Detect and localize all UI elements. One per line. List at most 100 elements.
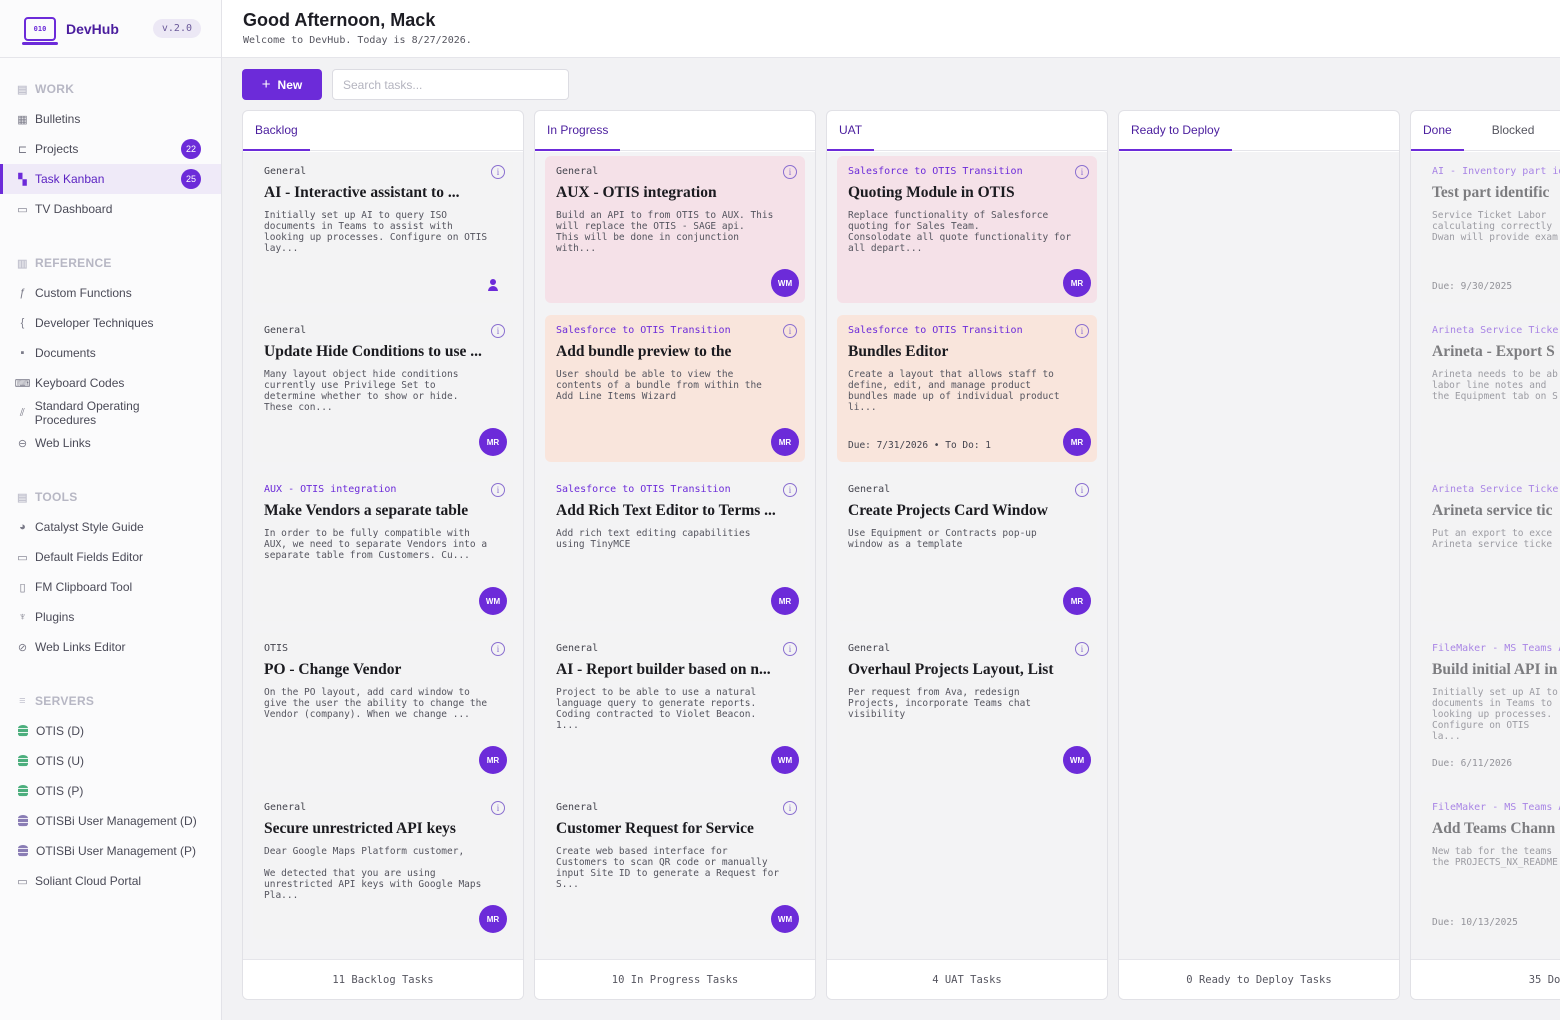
- task-card[interactable]: General Create Projects Card Window Use Eq…: [837, 474, 1097, 621]
- app-name: DevHub: [66, 20, 119, 37]
- sidebar-item-otis-u[interactable]: OTIS (U): [0, 746, 221, 776]
- sidebar-item-default-fields-editor[interactable]: ▭ Default Fields Editor: [0, 542, 221, 572]
- info-icon[interactable]: i: [783, 165, 797, 179]
- info-icon[interactable]: i: [783, 801, 797, 815]
- tab-ready-to-deploy[interactable]: Ready to Deploy: [1119, 111, 1232, 151]
- tab-backlog[interactable]: Backlog: [243, 111, 310, 151]
- task-card[interactable]: General Update Hide Conditions to use ...…: [253, 315, 513, 462]
- tab-uat[interactable]: UAT: [827, 111, 875, 151]
- assignee-avatar[interactable]: MR: [771, 587, 799, 615]
- info-icon[interactable]: i: [1075, 324, 1089, 338]
- sidebar-item-web-links-editor[interactable]: ⊘ Web Links Editor: [0, 632, 221, 662]
- assignee-avatar[interactable]: MR: [479, 746, 507, 774]
- info-icon[interactable]: i: [491, 324, 505, 338]
- info-icon[interactable]: i: [783, 483, 797, 497]
- info-icon[interactable]: i: [491, 801, 505, 815]
- assignee-avatar[interactable]: WM: [771, 269, 799, 297]
- card-category: Salesforce to OTIS Transition: [848, 166, 1023, 177]
- sidebar-item-task-kanban[interactable]: ▚ Task Kanban 25: [0, 164, 221, 194]
- tab-done[interactable]: Done: [1411, 111, 1464, 151]
- assignee-avatar[interactable]: MR: [771, 428, 799, 456]
- task-card[interactable]: AUX - OTIS integration Make Vendors a sep…: [253, 474, 513, 621]
- info-icon[interactable]: i: [783, 324, 797, 338]
- sidebar-item-plugins[interactable]: ♆ Plugins: [0, 602, 221, 632]
- task-card[interactable]: Salesforce to OTIS Transition Quoting Mod…: [837, 156, 1097, 303]
- assignee-avatar[interactable]: MR: [1063, 269, 1091, 297]
- sidebar-item-label: OTISBi User Management (P): [36, 844, 197, 858]
- search-input[interactable]: [332, 69, 569, 100]
- assignee-avatar[interactable]: WM: [479, 587, 507, 615]
- bulletin-icon: ▦: [17, 113, 28, 126]
- task-card[interactable]: Salesforce to OTIS Transition Add bundle …: [545, 315, 805, 462]
- brand[interactable]: 010 DevHub v.2.0: [0, 0, 221, 58]
- info-icon[interactable]: i: [1075, 483, 1089, 497]
- assignee-avatar[interactable]: WM: [771, 746, 799, 774]
- assignee-avatar[interactable]: MR: [1063, 428, 1091, 456]
- sidebar-item-label: TV Dashboard: [35, 202, 113, 216]
- task-card[interactable]: FileMaker - MS Teams A Build initial API …: [1421, 633, 1560, 780]
- info-icon[interactable]: i: [491, 642, 505, 656]
- task-card[interactable]: OTIS PO - Change Vendor On the PO layout, …: [253, 633, 513, 780]
- sidebar-item-label: Web Links Editor: [35, 640, 126, 654]
- task-card[interactable]: Arineta Service Ticke Arineta service tic…: [1421, 474, 1560, 621]
- assignee-avatar[interactable]: WM: [771, 905, 799, 933]
- task-card[interactable]: FileMaker - MS Teams A Add Teams Chann New…: [1421, 792, 1560, 939]
- info-icon[interactable]: i: [783, 642, 797, 656]
- card-category: Arineta Service Ticke: [1432, 325, 1559, 336]
- task-card[interactable]: General AI - Report builder based on n...…: [545, 633, 805, 780]
- card-title: Add Teams Chann: [1432, 820, 1556, 837]
- card-description: User should be able to view the contents…: [556, 369, 762, 402]
- sidebar-item-custom-functions[interactable]: ƒ Custom Functions: [0, 278, 221, 308]
- task-card[interactable]: General AUX - OTIS integration Build an AP…: [545, 156, 805, 303]
- info-icon[interactable]: i: [491, 165, 505, 179]
- assignee-avatar[interactable]: MR: [1063, 587, 1091, 615]
- page-header: Good Afternoon, Mack Welcome to DevHub. …: [222, 0, 1560, 58]
- card-description: Per request from Ava, redesign Projects,…: [848, 687, 1032, 720]
- sidebar-item-standard-operating-procedures[interactable]: ⫽ Standard Operating Procedures: [0, 398, 221, 428]
- assignee-avatar[interactable]: MR: [479, 905, 507, 933]
- sidebar-item-keyboard-codes[interactable]: ⌨ Keyboard Codes: [0, 368, 221, 398]
- task-card[interactable]: General AI - Interactive assistant to ...…: [253, 156, 513, 303]
- welcome-text: Welcome to DevHub. Today is 8/27/2026.: [243, 35, 472, 46]
- task-card[interactable]: Salesforce to OTIS Transition Bundles Edi…: [837, 315, 1097, 462]
- sidebar-item-fm-clipboard-tool[interactable]: ▯ FM Clipboard Tool: [0, 572, 221, 602]
- info-icon[interactable]: i: [491, 483, 505, 497]
- count-badge: 25: [181, 169, 201, 189]
- card-description: Create web based interface for Customers…: [556, 846, 780, 890]
- section-label: REFERENCE: [35, 256, 112, 270]
- task-card[interactable]: General Customer Request for Service Creat…: [545, 792, 805, 939]
- info-icon[interactable]: i: [1075, 165, 1089, 179]
- sidebar-item-bulletins[interactable]: ▦ Bulletins: [0, 104, 221, 134]
- task-card[interactable]: General Overhaul Projects Layout, List Per…: [837, 633, 1097, 780]
- card-title: Bundles Editor: [848, 343, 949, 360]
- sidebar-item-catalyst-style-guide[interactable]: ◕ Catalyst Style Guide: [0, 512, 221, 542]
- sidebar-item-otisbi-user-management-p[interactable]: OTISBi User Management (P): [0, 836, 221, 866]
- card-title: AI - Interactive assistant to ...: [264, 184, 460, 201]
- column-footer-count: 11 Backlog Tasks: [243, 959, 523, 999]
- new-task-button[interactable]: + New: [242, 69, 322, 100]
- task-card[interactable]: Salesforce to OTIS Transition Add Rich Te…: [545, 474, 805, 621]
- assignee-avatar[interactable]: MR: [479, 428, 507, 456]
- user-icon[interactable]: [487, 279, 499, 291]
- sidebar-item-developer-techniques[interactable]: {Developer Techniques: [0, 308, 221, 338]
- sidebar-item-tv-dashboard[interactable]: ▭ TV Dashboard: [0, 194, 221, 224]
- sidebar-item-otis-p[interactable]: OTIS (P): [0, 776, 221, 806]
- info-icon[interactable]: i: [1075, 642, 1089, 656]
- tab-blocked[interactable]: Blocked: [1480, 111, 1547, 150]
- link-edit-icon: ⊘: [17, 641, 28, 654]
- tab-in-progress[interactable]: In Progress: [535, 111, 621, 151]
- sidebar-item-soliant-cloud-portal[interactable]: ▭ Soliant Cloud Portal: [0, 866, 221, 896]
- card-description: Project to be able to use a natural lang…: [556, 687, 757, 731]
- sidebar-item-projects[interactable]: ⊏ Projects 22: [0, 134, 221, 164]
- sidebar-item-otisbi-user-management-d[interactable]: OTISBi User Management (D): [0, 806, 221, 836]
- task-card[interactable]: AI - Inventory part id Test part identifi…: [1421, 156, 1560, 303]
- sidebar-item-documents[interactable]: ▪ Documents: [0, 338, 221, 368]
- sidebar-item-web-links[interactable]: ⊖ Web Links: [0, 428, 221, 458]
- task-card[interactable]: General Secure unrestricted API keys Dear …: [253, 792, 513, 939]
- sidebar-item-otis-d[interactable]: OTIS (D): [0, 716, 221, 746]
- assignee-avatar[interactable]: WM: [1063, 746, 1091, 774]
- card-description: Add rich text editing capabilities using…: [556, 528, 751, 550]
- column-header: Done Blocked: [1411, 111, 1560, 151]
- task-card[interactable]: Arineta Service Ticke Arineta - Export S A…: [1421, 315, 1560, 462]
